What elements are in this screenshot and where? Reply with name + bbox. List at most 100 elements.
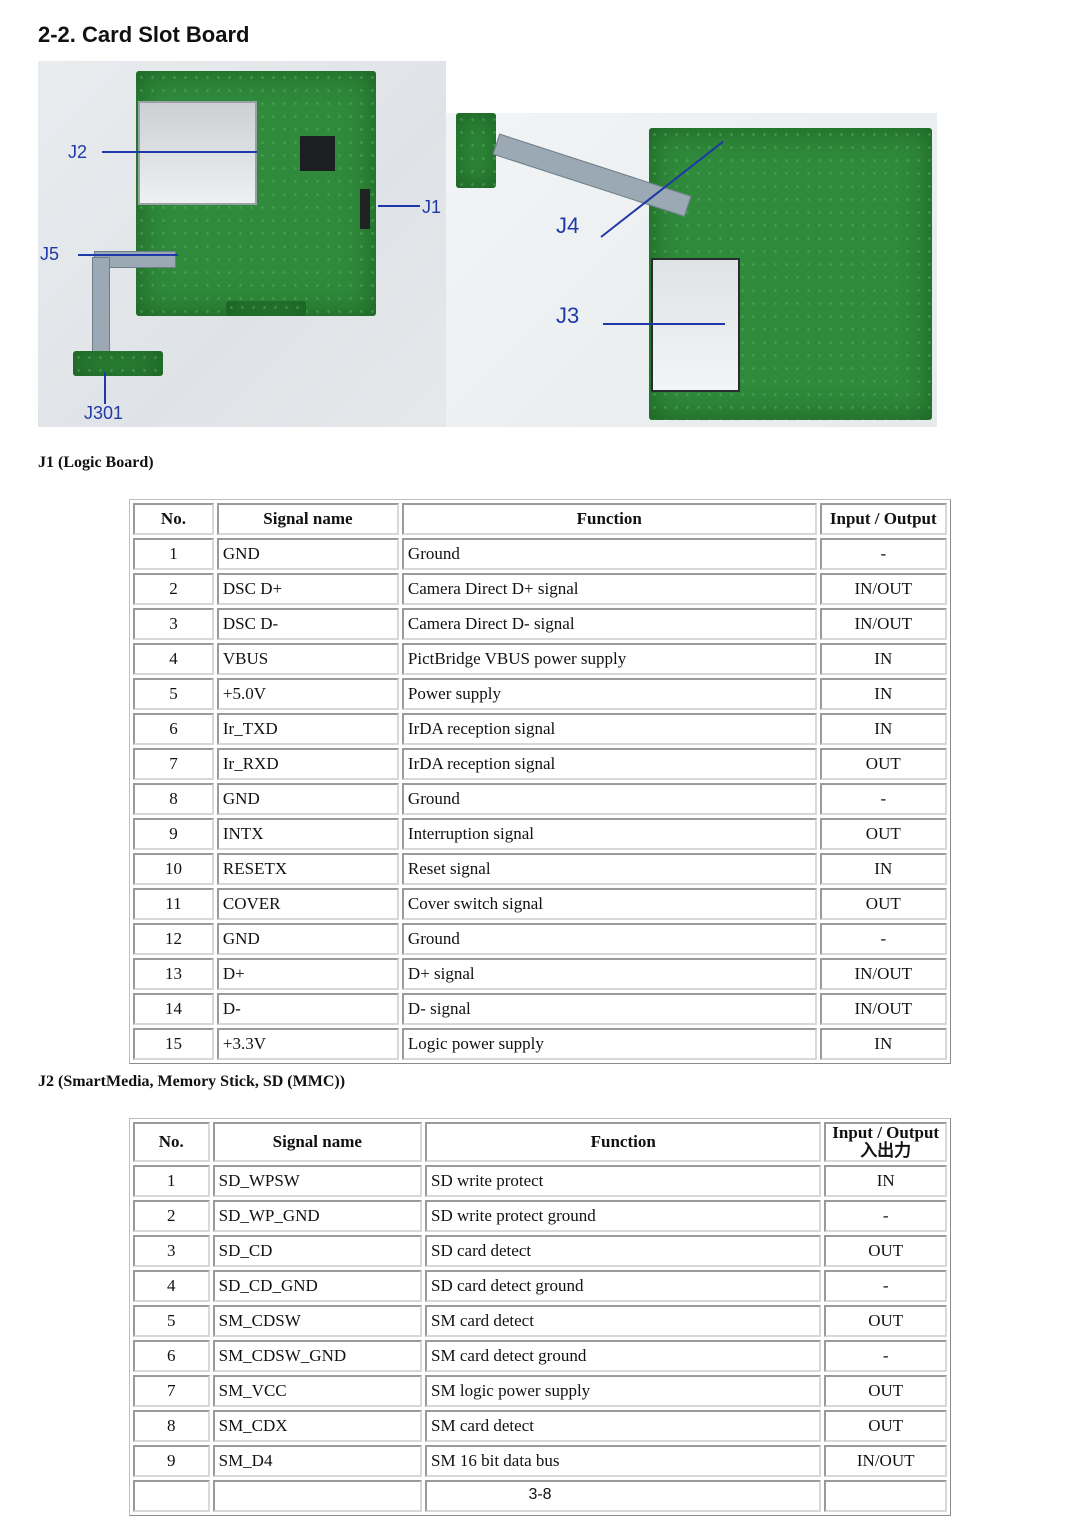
- signal-function: D+ signal: [401, 958, 817, 990]
- signal-function: Cover switch signal: [401, 888, 817, 920]
- io-direction: IN/OUT: [819, 573, 947, 605]
- table-row: 8 GND Ground -: [133, 783, 947, 815]
- table-row: 6 Ir_TXD IrDA reception signal IN: [133, 713, 947, 745]
- j1-section-label: J1 (Logic Board): [38, 454, 154, 471]
- signal-function: SD write protect ground: [425, 1200, 822, 1232]
- io-direction: -: [819, 538, 947, 570]
- j2-pin-table: No. Signal name Function Input / Output 入…: [129, 1118, 951, 1516]
- signal-function: Ground: [401, 923, 817, 955]
- signal-function: IrDA reception signal: [401, 713, 817, 745]
- j1-connector: [360, 189, 370, 229]
- signal-function: SM 16 bit data bus: [425, 1445, 822, 1477]
- pin-number: 8: [133, 783, 214, 815]
- col-header-function: Function: [425, 1122, 822, 1162]
- signal-name: SM_D4: [212, 1445, 423, 1477]
- io-direction: IN/OUT: [819, 608, 947, 640]
- pin-number: 2: [133, 573, 214, 605]
- pin-number: 13: [133, 958, 214, 990]
- col-header-signal: Signal name: [216, 503, 399, 535]
- table-row: 5 SM_CDSW SM card detect OUT: [133, 1305, 947, 1337]
- io-direction: IN/OUT: [819, 993, 947, 1025]
- table-row: 10 RESETX Reset signal IN: [133, 853, 947, 885]
- pin-number: 7: [133, 748, 214, 780]
- signal-name: SM_CDSW_GND: [212, 1340, 423, 1372]
- signal-function: SD write protect: [425, 1165, 822, 1197]
- table-header-row: No. Signal name Function Input / Output: [133, 503, 947, 535]
- j1-pin-table: No. Signal name Function Input / Output …: [129, 499, 951, 1064]
- signal-name: Ir_TXD: [216, 713, 399, 745]
- pin-number: 1: [133, 538, 214, 570]
- table-row: 7 SM_VCC SM logic power supply OUT: [133, 1375, 947, 1407]
- pin-number: 9: [133, 818, 214, 850]
- pin-number: 7: [133, 1375, 210, 1407]
- signal-name: SM_VCC: [212, 1375, 423, 1407]
- io-direction: OUT: [819, 748, 947, 780]
- signal-function: SD card detect: [425, 1235, 822, 1267]
- signal-function: SM logic power supply: [425, 1375, 822, 1407]
- io-direction: -: [819, 783, 947, 815]
- pin-number: 4: [133, 1270, 210, 1302]
- cf-card-slot: [651, 258, 740, 392]
- pin-number: 5: [133, 1305, 210, 1337]
- col-header-io: Input / Output: [819, 503, 947, 535]
- io-direction: OUT: [819, 888, 947, 920]
- signal-function: Logic power supply: [401, 1028, 817, 1060]
- signal-function: Ground: [401, 538, 817, 570]
- table-row: 1 GND Ground -: [133, 538, 947, 570]
- pin-number: 14: [133, 993, 214, 1025]
- signal-name: DSC D-: [216, 608, 399, 640]
- io-direction: OUT: [824, 1410, 947, 1442]
- pin-number: 3: [133, 1235, 210, 1267]
- pin-number: 12: [133, 923, 214, 955]
- table-row: 6 SM_CDSW_GND SM card detect ground -: [133, 1340, 947, 1372]
- callout-j5: J5: [40, 244, 60, 264]
- pin-number: 4: [133, 643, 214, 675]
- signal-name: INTX: [216, 818, 399, 850]
- signal-name: D-: [216, 993, 399, 1025]
- page-title: 2-2. Card Slot Board: [38, 22, 250, 47]
- table-row: 9 SM_D4 SM 16 bit data bus IN/OUT: [133, 1445, 947, 1477]
- table-row: 8 SM_CDX SM card detect OUT: [133, 1410, 947, 1442]
- pin-number: 6: [133, 713, 214, 745]
- page-number: 3-8: [528, 1486, 552, 1503]
- signal-function: Camera Direct D+ signal: [401, 573, 817, 605]
- io-direction: IN: [819, 678, 947, 710]
- signal-name: RESETX: [216, 853, 399, 885]
- callout-j1: J1: [422, 197, 442, 217]
- signal-function: Reset signal: [401, 853, 817, 885]
- callout-j4: J4: [556, 213, 580, 238]
- pin-number: 5: [133, 678, 214, 710]
- io-direction: OUT: [824, 1305, 947, 1337]
- io-direction: -: [819, 923, 947, 955]
- signal-name: +5.0V: [216, 678, 399, 710]
- signal-function: PictBridge VBUS power supply: [401, 643, 817, 675]
- signal-name: SM_CDX: [212, 1410, 423, 1442]
- pin-number: 15: [133, 1028, 214, 1060]
- io-direction: IN: [819, 713, 947, 745]
- io-direction: OUT: [824, 1375, 947, 1407]
- callout-line: [603, 323, 725, 325]
- board-bottom-photo: J4 J3: [446, 113, 937, 427]
- signal-function: Interruption signal: [401, 818, 817, 850]
- table-row: 2 DSC D+ Camera Direct D+ signal IN/OUT: [133, 573, 947, 605]
- io-direction: IN: [819, 1028, 947, 1060]
- io-direction: -: [824, 1340, 947, 1372]
- table-row: 3 DSC D- Camera Direct D- signal IN/OUT: [133, 608, 947, 640]
- table-row: 5 +5.0V Power supply IN: [133, 678, 947, 710]
- col-header-io: Input / Output 入出力: [824, 1122, 947, 1162]
- signal-function: SD card detect ground: [425, 1270, 822, 1302]
- signal-name: VBUS: [216, 643, 399, 675]
- signal-name: SD_CD: [212, 1235, 423, 1267]
- col-header-no: No.: [133, 503, 214, 535]
- col-header-function: Function: [401, 503, 817, 535]
- table-row: 4 SD_CD_GND SD card detect ground -: [133, 1270, 947, 1302]
- pin-number: 10: [133, 853, 214, 885]
- pin-number: 2: [133, 1200, 210, 1232]
- table-row: 12 GND Ground -: [133, 923, 947, 955]
- pin-number: 3: [133, 608, 214, 640]
- signal-name: DSC D+: [216, 573, 399, 605]
- signal-function: SM card detect: [425, 1410, 822, 1442]
- pin-number: 11: [133, 888, 214, 920]
- io-direction: IN: [824, 1165, 947, 1197]
- signal-name: GND: [216, 538, 399, 570]
